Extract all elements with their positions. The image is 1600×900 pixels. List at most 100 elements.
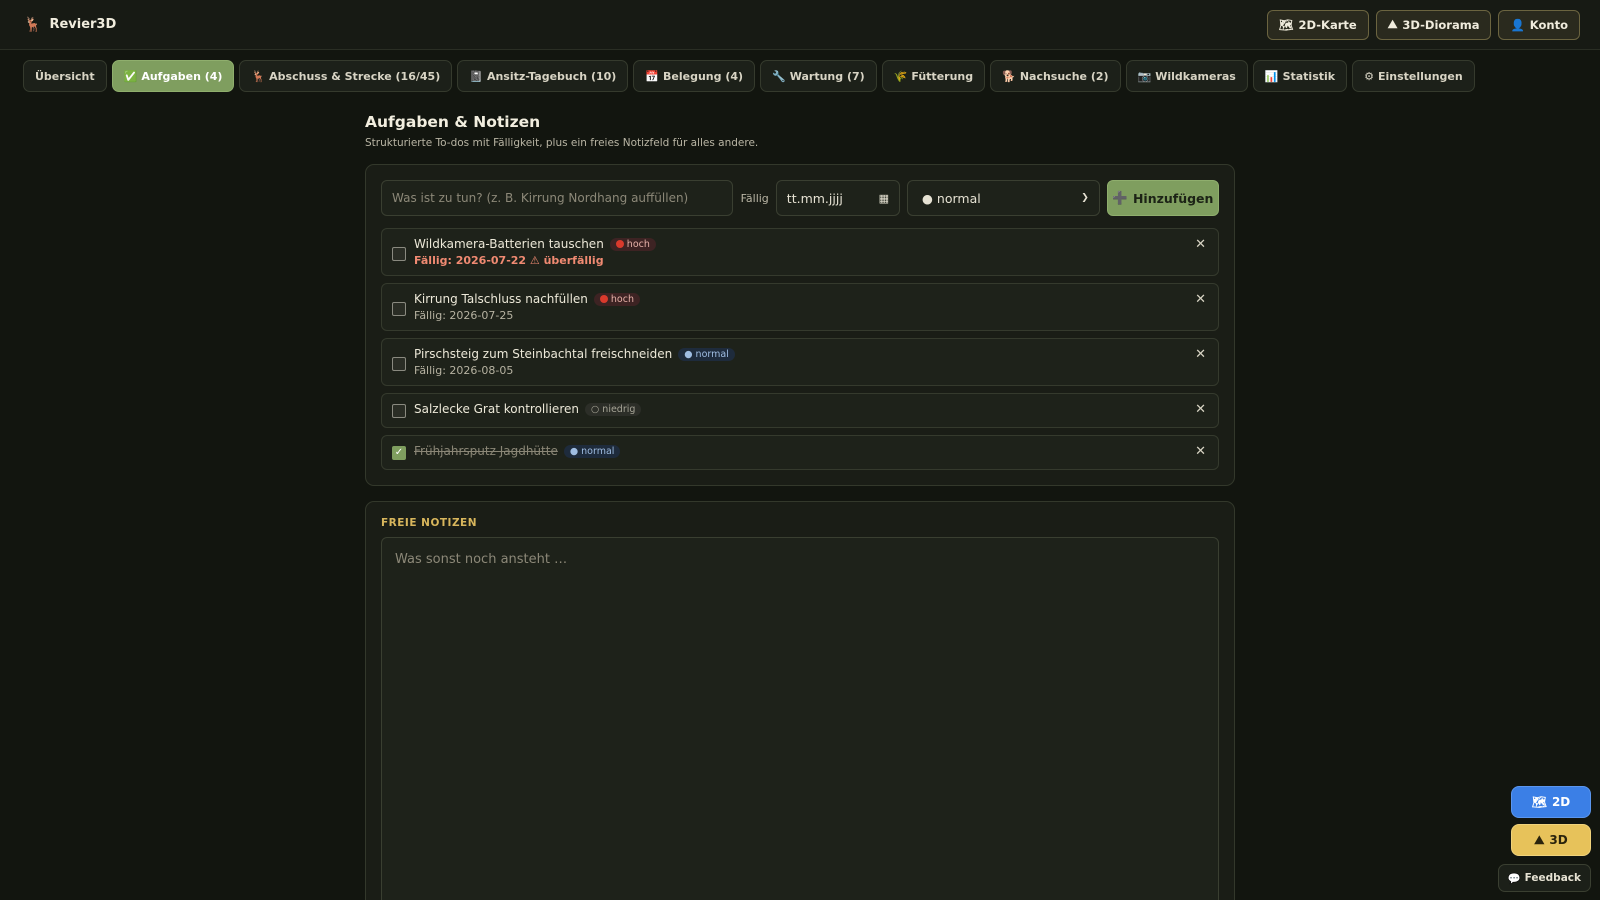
tab-harvest[interactable]: 🦌 Abschuss & Strecke (16/45) [239,60,453,92]
delete-icon[interactable]: ✕ [1195,347,1206,362]
priority-selected: ● normal [922,190,981,206]
tab-tracking[interactable]: 🐕 Nachsuche (2) [990,60,1121,92]
priority-badge: hoch [593,292,640,306]
task-title-row: Pirschsteig zum Steinbachtal freischneid… [414,347,1208,361]
checkmark-icon: ✓ [394,447,404,458]
feedback-label: Feedback [1524,872,1581,884]
tab-wildcams[interactable]: 📷 Wildkameras [1125,60,1248,92]
red-dot-icon [599,295,608,303]
task-checkbox[interactable]: ✓ [392,445,406,460]
task-checkbox[interactable] [392,403,406,418]
view-3d-label: 3D [1549,833,1568,847]
wrench-icon: 🔧 [772,69,786,83]
tab-hunting-log[interactable]: 📓 Ansitz-Tagebuch (10) [457,60,629,92]
priority-badge: hoch [609,237,656,251]
task-title: Salzlecke Grat kontrollieren [414,402,579,416]
task-title: Wildkamera-Batterien tauschen [414,237,604,251]
user-icon: 👤 [1510,17,1525,32]
task-checkbox[interactable] [392,247,406,261]
add-task-label: Hinzufügen [1132,190,1214,206]
task-title-row: Salzlecke Grat kontrollieren ○ niedrig [414,402,1208,416]
tab-wildcams-label: Wildkameras [1155,69,1236,83]
delete-icon[interactable]: ✕ [1195,444,1206,459]
plus-icon: ➕ [1112,190,1128,205]
task-item: Wildkamera-Batterien tauschen hoch Fälli… [381,228,1219,276]
tab-tasks[interactable]: ✅ Aufgaben (4) [111,60,235,92]
tab-maintenance[interactable]: 🔧 Wartung (7) [760,60,877,92]
dog-icon: 🐕 [1002,69,1016,83]
page-subtitle: Strukturierte To-dos mit Fälligkeit, plu… [365,137,759,149]
task-title-row: Frühjahrsputz Jagdhütte ● normal [414,444,1208,458]
page-title: Aufgaben & Notizen [365,113,541,131]
notes-heading: FREIE NOTIZEN [381,517,478,529]
view-3d-button[interactable]: ⛰ 3D [1511,824,1591,856]
view-2d-button[interactable]: 🗺 2D [1511,786,1591,818]
task-input[interactable]: Was ist zu tun? (z. B. Kirrung Nordhang … [381,180,733,216]
map-2d-label: 2D-Karte [1298,17,1357,32]
account-button[interactable]: 👤 Konto [1498,9,1580,40]
task-due: Fällig: 2026-07-25 [414,309,514,322]
view-2d-label: 2D [1551,795,1571,809]
task-checkbox[interactable] [392,302,406,316]
tab-tasks-label: Aufgaben (4) [141,69,223,83]
map-2d-button[interactable]: 🗺 2D-Karte [1266,9,1369,40]
floating-actions: 🗺 2D ⛰ 3D 💬 Feedback [1497,786,1591,892]
map-icon: 🗺 [1278,17,1294,32]
delete-icon[interactable]: ✕ [1195,237,1206,252]
diorama-3d-label: 3D-Diorama [1402,17,1480,32]
tab-bar: Übersicht ✅ Aufgaben (4) 🦌 Abschuss & Stre… [0,50,1600,92]
add-task-form: Was ist zu tun? (z. B. Kirrung Nordhang … [381,180,1219,216]
tab-overview[interactable]: Übersicht [23,60,107,92]
speech-bubble-icon: 💬 [1507,872,1521,885]
task-item: Pirschsteig zum Steinbachtal freischneid… [381,338,1219,386]
calendar-icon[interactable]: ▦ [879,192,889,205]
task-title: Frühjahrsputz Jagdhütte [414,444,558,458]
map-icon: 🗺 [1531,795,1547,809]
notes-textarea[interactable]: Was sonst noch ansteht … [381,537,1219,900]
notebook-icon: 📓 [469,69,483,83]
chevron-down-icon: ❯ [1081,193,1089,203]
tab-hunting-log-label: Ansitz-Tagebuch (10) [486,69,617,83]
deer-icon: 🦌 [24,16,42,33]
tab-feeding[interactable]: 🌾 Fütterung [881,60,986,92]
due-date-input[interactable]: tt.mm.jjjj ▦ [775,180,901,216]
brand[interactable]: 🦌 Revier3D [24,17,116,33]
grain-icon: 🌾 [893,69,908,83]
add-task-button[interactable]: ➕ Hinzufügen [1106,180,1219,216]
calendar-icon: 📅 [645,69,660,83]
priority-select[interactable]: ● normal ❯ [907,180,1100,216]
header-actions: 🗺 2D-Karte ⛰ 3D-Diorama 👤 Konto [1266,9,1580,40]
task-item: Salzlecke Grat kontrollieren ○ niedrig ✕ [381,393,1219,428]
mountain-icon: ⛰ [1387,17,1398,31]
diorama-3d-button[interactable]: ⛰ 3D-Diorama [1375,9,1492,40]
due-label: Fällig [740,191,769,205]
deer-icon: 🦌 [251,69,266,83]
task-due: Fällig: 2026-07-22 ⚠ überfällig [414,254,604,267]
task-title-row: Kirrung Talschluss nachfüllen hoch [414,292,1208,306]
delete-icon[interactable]: ✕ [1195,292,1206,307]
tasks-card: Was ist zu tun? (z. B. Kirrung Nordhang … [365,164,1235,486]
tab-occupancy[interactable]: 📅 Belegung (4) [633,60,756,92]
account-label: Konto [1529,17,1568,32]
priority-badge: ● normal [678,347,735,361]
task-item: ✓ Frühjahrsputz Jagdhütte ● normal ✕ [381,435,1219,470]
delete-icon[interactable]: ✕ [1195,402,1206,417]
task-title-row: Wildkamera-Batterien tauschen hoch [414,237,1208,251]
tab-feeding-label: Fütterung [911,69,974,83]
tab-maintenance-label: Wartung (7) [789,69,865,83]
task-title: Pirschsteig zum Steinbachtal freischneid… [414,347,673,361]
priority-badge: ○ niedrig [584,402,642,416]
task-checkbox[interactable] [392,357,406,371]
check-icon: ✅ [123,69,138,83]
tab-overview-label: Übersicht [35,69,95,83]
main-content: Aufgaben & Notizen Strukturierte To-dos … [365,113,1235,900]
tab-harvest-label: Abschuss & Strecke (16/45) [269,69,441,83]
tab-tracking-label: Nachsuche (2) [1019,69,1109,83]
tab-statistics[interactable]: 📊 Statistik [1252,60,1348,92]
red-dot-icon [615,240,624,248]
mountain-icon: ⛰ [1534,832,1545,847]
tab-settings[interactable]: ⚙ Einstellungen [1352,60,1475,92]
feedback-button[interactable]: 💬 Feedback [1497,864,1591,892]
priority-badge: ● normal [563,444,621,458]
top-bar: 🦌 Revier3D 🗺 2D-Karte ⛰ 3D-Diorama 👤 Kon… [0,0,1600,50]
